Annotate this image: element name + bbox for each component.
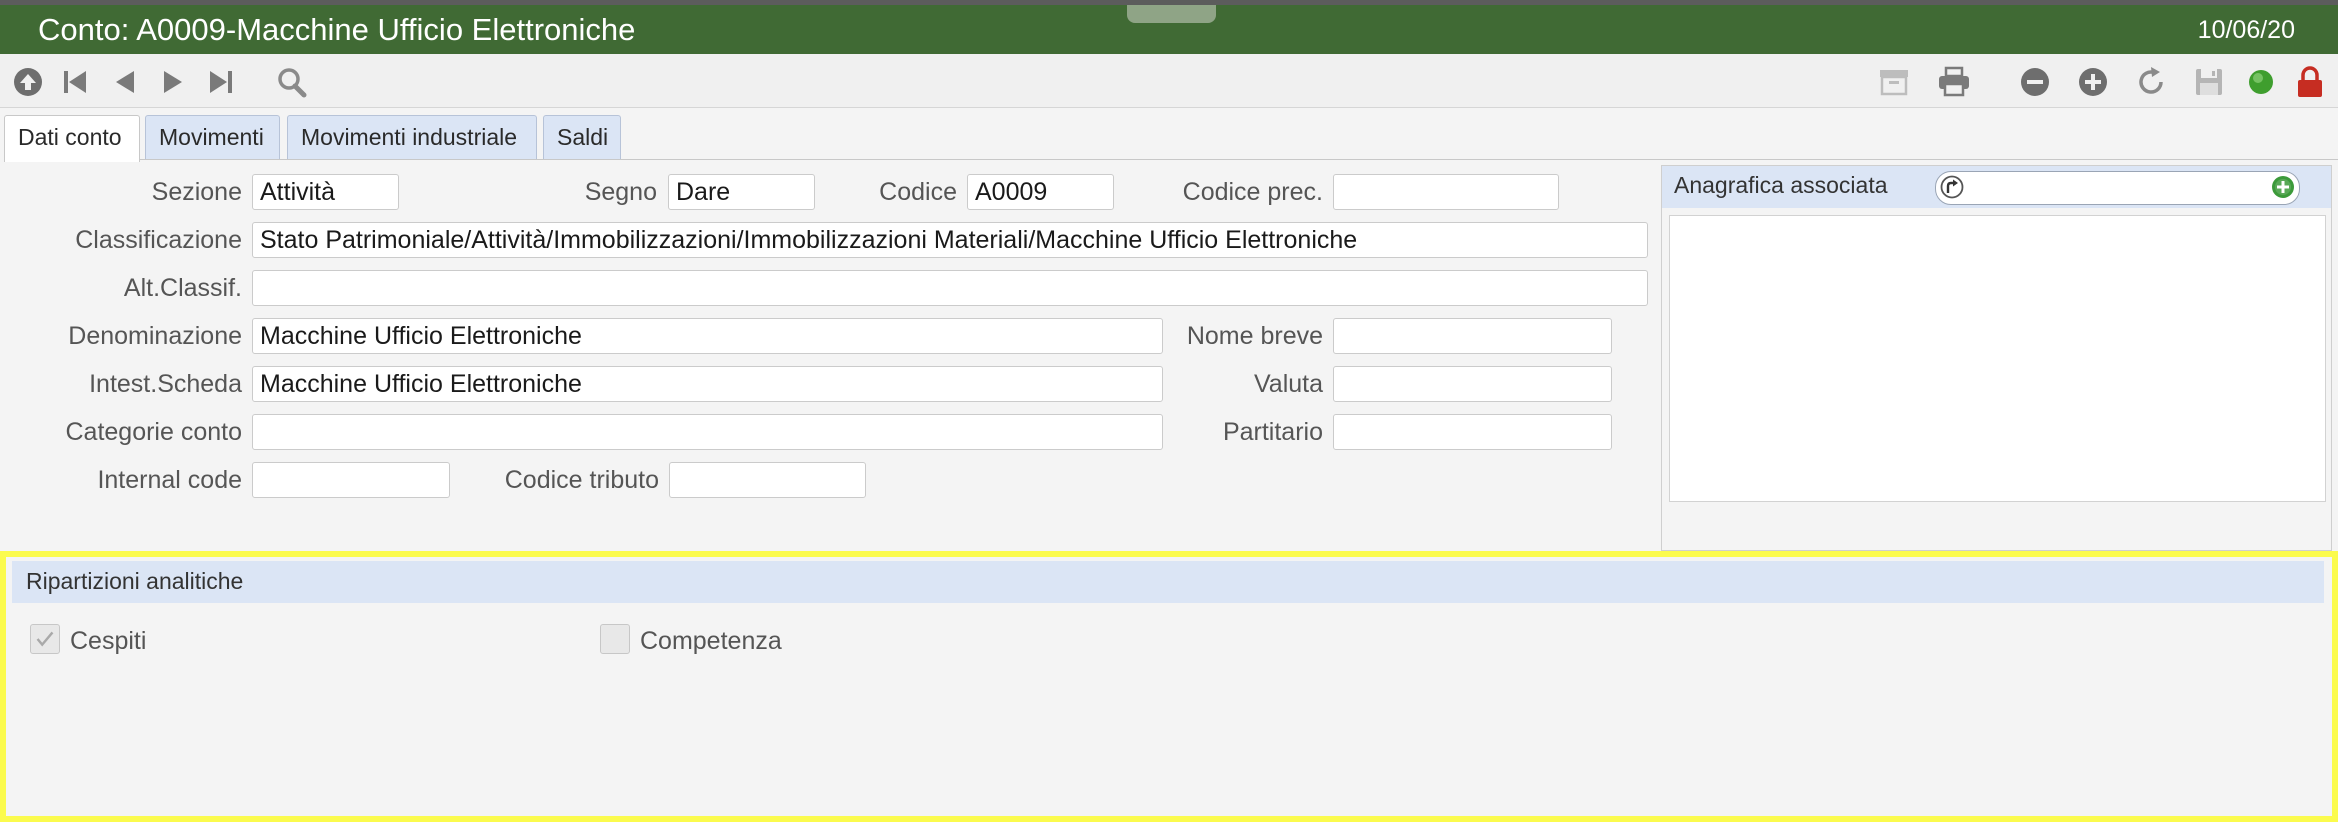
tab-movimenti[interactable]: Movimenti: [145, 115, 280, 160]
search-icon[interactable]: [275, 66, 309, 98]
window-date: 10/06/20: [2197, 16, 2295, 44]
print-icon[interactable]: [1937, 66, 1971, 98]
window-title: Conto: A0009-Macchine Ufficio Elettronic…: [38, 12, 636, 47]
cespiti-checkbox[interactable]: [30, 624, 60, 654]
ripartizioni-section: Ripartizioni analitiche Cespiti Competen…: [0, 551, 2338, 822]
anagrafica-search-field[interactable]: [1935, 171, 2300, 205]
up-circle-icon[interactable]: [11, 66, 45, 98]
ripartizioni-title: Ripartizioni analitiche: [26, 568, 244, 594]
alt-classif-field[interactable]: [252, 270, 1648, 306]
alt-classif-label: Alt.Classif.: [123, 274, 242, 302]
save-icon[interactable]: [2192, 66, 2226, 98]
denominazione-label: Denominazione: [68, 322, 242, 350]
internal-code-field[interactable]: [252, 462, 450, 498]
classificazione-field[interactable]: Stato Patrimoniale/Attività/Immobilizzaz…: [252, 222, 1648, 258]
nome-breve-label: Nome breve: [1186, 322, 1323, 350]
window-grab-handle[interactable]: [1127, 5, 1216, 23]
ripartizioni-header: Ripartizioni analitiche: [12, 561, 2324, 603]
last-record-icon[interactable]: [204, 66, 238, 98]
codice-prec-field[interactable]: [1333, 174, 1559, 210]
internal-code-label: Internal code: [97, 466, 242, 494]
toolbar: [0, 54, 2338, 108]
anagrafica-title: Anagrafica associata: [1674, 172, 1888, 198]
valuta-field[interactable]: [1333, 366, 1612, 402]
intest-scheda-label: Intest.Scheda: [89, 370, 242, 398]
tab-movimenti-industriale[interactable]: Movimenti industriale: [287, 115, 537, 160]
classificazione-label: Classificazione: [75, 226, 242, 254]
codice-field[interactable]: A0009: [967, 174, 1114, 210]
next-icon[interactable]: [156, 66, 190, 98]
categorie-conto-label: Categorie conto: [65, 418, 242, 446]
competenza-label: Competenza: [640, 627, 782, 655]
refresh-icon[interactable]: [2134, 66, 2168, 98]
cespiti-label: Cespiti: [70, 627, 147, 655]
intest-scheda-field[interactable]: Macchine Ufficio Elettroniche: [252, 366, 1163, 402]
title-bar: Conto: A0009-Macchine Ufficio Elettronic…: [0, 0, 2338, 54]
denominazione-field[interactable]: Macchine Ufficio Elettroniche: [252, 318, 1163, 354]
checkmark-icon: [36, 631, 54, 647]
anagrafica-header: Anagrafica associata: [1662, 166, 2331, 208]
codice-prec-label: Codice prec.: [1182, 178, 1323, 206]
previous-icon[interactable]: [108, 66, 142, 98]
competenza-checkbox[interactable]: [600, 624, 630, 654]
status-green-icon: [2244, 66, 2278, 98]
codice-tributo-field[interactable]: [669, 462, 866, 498]
partitario-field[interactable]: [1333, 414, 1612, 450]
add-anagrafica-icon[interactable]: [2271, 175, 2295, 199]
add-icon[interactable]: [2076, 66, 2110, 98]
link-arrow-icon[interactable]: [1940, 175, 1964, 199]
valuta-label: Valuta: [1253, 370, 1323, 398]
categorie-conto-field[interactable]: [252, 414, 1163, 450]
codice-label: Codice: [879, 178, 957, 206]
first-record-icon[interactable]: [58, 66, 92, 98]
segno-label: Segno: [584, 178, 657, 206]
archive-icon[interactable]: [1877, 66, 1911, 98]
sezione-label: Sezione: [151, 178, 242, 206]
anagrafica-list[interactable]: [1669, 215, 2326, 502]
sezione-field[interactable]: Attività: [252, 174, 399, 210]
tab-dati-conto[interactable]: Dati conto: [4, 115, 140, 162]
lock-icon[interactable]: [2293, 66, 2327, 98]
remove-icon[interactable]: [2018, 66, 2052, 98]
nome-breve-field[interactable]: [1333, 318, 1612, 354]
anagrafica-panel: Anagrafica associata: [1661, 165, 2332, 551]
codice-tributo-label: Codice tributo: [504, 466, 659, 494]
tab-saldi[interactable]: Saldi: [543, 115, 621, 160]
segno-field[interactable]: Dare: [668, 174, 815, 210]
partitario-label: Partitario: [1222, 418, 1323, 446]
